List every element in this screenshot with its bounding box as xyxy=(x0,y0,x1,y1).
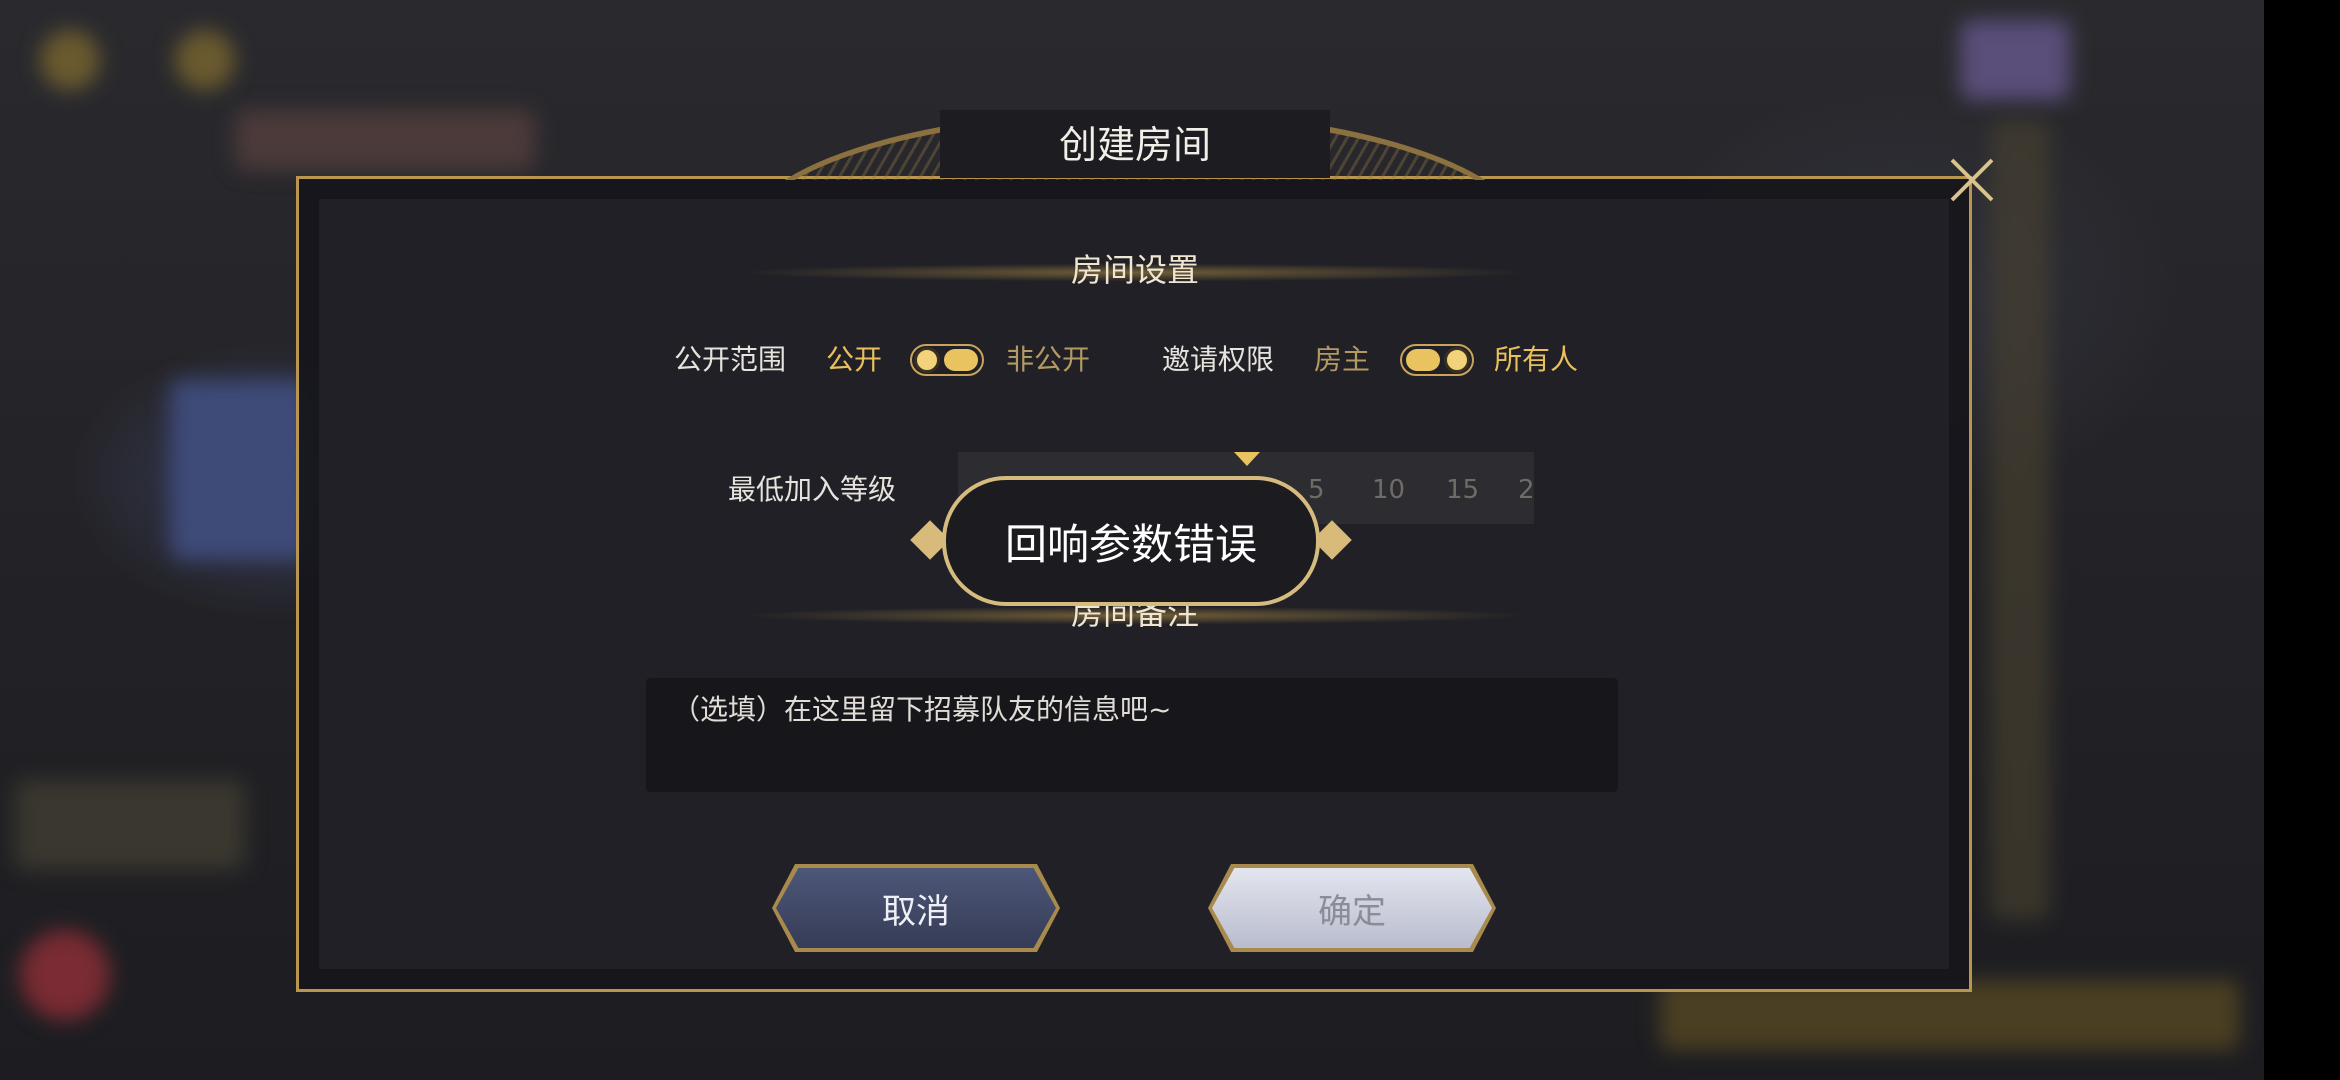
visibility-label: 公开范围 xyxy=(674,343,787,376)
background-icon-1 xyxy=(40,30,100,90)
slider-tick: 10 xyxy=(1372,475,1406,505)
close-button[interactable] xyxy=(1944,152,2000,208)
slider-tick: 2 xyxy=(1518,475,1535,505)
invite-permission-toggle[interactable] xyxy=(1400,344,1474,376)
slider-pointer-icon[interactable] xyxy=(1234,452,1260,466)
min-level-label: 最低加入等级 xyxy=(728,473,897,506)
cancel-button[interactable]: 取消 xyxy=(776,868,1056,948)
invite-permission-label: 邀请权限 xyxy=(1162,343,1275,376)
background-icon-2 xyxy=(175,30,235,90)
toggle-knob xyxy=(1444,347,1470,373)
close-icon xyxy=(1950,158,1994,202)
visibility-option-private[interactable]: 非公开 xyxy=(1006,340,1090,380)
error-toast: 回响参数错误 xyxy=(910,476,1352,606)
toggle-knob xyxy=(914,347,940,373)
visibility-toggle[interactable] xyxy=(910,344,984,376)
background-logo xyxy=(1960,20,2070,100)
screen-edge-bar xyxy=(2264,0,2340,1080)
toast-message: 回响参数错误 xyxy=(942,476,1320,606)
background-card xyxy=(170,380,310,560)
toggle-fill xyxy=(1406,349,1440,371)
visibility-option-public[interactable]: 公开 xyxy=(826,340,882,380)
toggle-fill xyxy=(944,349,978,371)
background-list xyxy=(1990,120,2050,920)
confirm-button[interactable]: 确定 xyxy=(1212,868,1492,948)
background-record-icon xyxy=(20,930,110,1020)
dialog-title: 创建房间 xyxy=(1058,123,1211,167)
invite-option-everyone[interactable]: 所有人 xyxy=(1494,340,1578,380)
slider-tick: 15 xyxy=(1446,475,1480,505)
background-profile xyxy=(15,780,245,870)
background-avatar xyxy=(235,110,535,170)
room-settings-heading: 房间设置 xyxy=(740,245,1530,295)
invite-option-owner[interactable]: 房主 xyxy=(1314,340,1370,380)
room-note-placeholder: （选填）在这里留下招募队友的信息吧~ xyxy=(672,693,1172,726)
